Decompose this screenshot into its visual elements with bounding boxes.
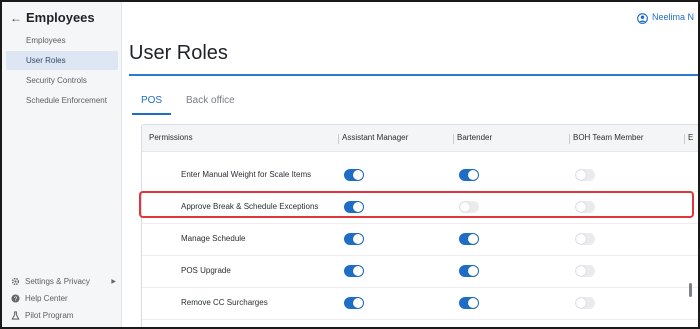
tab-pos[interactable]: POS xyxy=(132,93,171,115)
toggle-knob xyxy=(468,266,478,276)
toggle-knob xyxy=(353,202,363,212)
toggle-knob xyxy=(468,298,478,308)
column-divider xyxy=(684,134,685,144)
column-divider xyxy=(338,134,339,144)
table-row: Manage Schedule xyxy=(142,224,698,256)
vertical-scrollbar[interactable] xyxy=(689,283,692,297)
toggle-knob xyxy=(353,170,363,180)
column-header-assistant-manager: Assistant Manager xyxy=(342,133,409,142)
permission-label: Manage Schedule xyxy=(181,234,246,243)
toggle-boh-team-member[interactable] xyxy=(575,233,595,245)
toggle-bartender[interactable] xyxy=(459,265,479,277)
svg-text:?: ? xyxy=(13,296,17,303)
title-divider xyxy=(129,74,698,76)
gear-icon xyxy=(10,277,20,287)
toggle-knob xyxy=(468,234,478,244)
toggle-knob xyxy=(576,266,586,276)
sidebar-nav: Employees User Roles Security Controls S… xyxy=(6,31,118,111)
chevron-right-icon: ▶ xyxy=(111,279,116,285)
toggle-bartender[interactable] xyxy=(459,233,479,245)
help-center-label: Help Center xyxy=(25,294,68,303)
toggle-knob xyxy=(576,234,586,244)
permission-label: Enter Manual Weight for Scale Items xyxy=(181,170,312,179)
pilot-program-label: Pilot Program xyxy=(25,311,74,320)
back-arrow-icon[interactable]: ← xyxy=(10,11,22,25)
sidebar-item-schedule-enforcement[interactable]: Schedule Enforcement xyxy=(6,91,118,110)
column-header-boh-team-member: BOH Team Member xyxy=(573,133,644,142)
settings-privacy-label: Settings & Privacy xyxy=(25,277,90,286)
toggle-knob xyxy=(576,298,586,308)
permission-label: POS Upgrade xyxy=(181,266,231,275)
sidebar-title: Employees xyxy=(26,10,95,25)
column-divider xyxy=(453,134,454,144)
table-header: Permissions Assistant Manager Bartender … xyxy=(142,125,698,152)
table-row: Remove CC Surcharges xyxy=(142,288,698,320)
permission-label: Remove CC Surcharges xyxy=(181,298,268,307)
permission-label: Approve Break & Schedule Exceptions xyxy=(181,202,319,211)
sidebar: ← Employees Employees User Roles Securit… xyxy=(2,2,122,327)
sidebar-item-security-controls[interactable]: Security Controls xyxy=(6,71,118,90)
tab-back-office[interactable]: Back office xyxy=(186,93,235,115)
user-avatar-icon xyxy=(637,11,648,24)
toggle-boh-team-member[interactable] xyxy=(575,201,595,213)
permissions-table: Permissions Assistant Manager Bartender … xyxy=(141,124,698,327)
column-divider xyxy=(569,134,570,144)
pilot-program-item[interactable]: Pilot Program xyxy=(10,307,116,324)
user-menu[interactable]: Neelima N xyxy=(637,11,694,24)
sidebar-footer: Settings & Privacy ▶ ? Help Center Pilot… xyxy=(10,273,116,324)
toggle-knob xyxy=(353,234,363,244)
toggle-bartender[interactable] xyxy=(459,169,479,181)
toggle-assistant-manager[interactable] xyxy=(344,201,364,213)
table-row: Enter Manual Weight for Scale Items xyxy=(142,160,698,192)
table-row: Approve Break & Schedule Exceptions xyxy=(142,192,698,224)
toggle-assistant-manager[interactable] xyxy=(344,233,364,245)
sidebar-item-user-roles[interactable]: User Roles xyxy=(6,51,118,70)
flask-icon xyxy=(10,311,20,321)
toggle-bartender[interactable] xyxy=(459,201,479,213)
toggle-assistant-manager[interactable] xyxy=(344,169,364,181)
column-header-permissions: Permissions xyxy=(149,133,193,142)
app-window: ← Employees Employees User Roles Securit… xyxy=(0,0,700,329)
sidebar-header: ← Employees xyxy=(10,10,95,25)
help-icon: ? xyxy=(10,294,20,304)
toggle-boh-team-member[interactable] xyxy=(575,169,595,181)
toggle-knob xyxy=(576,202,586,212)
column-header-bartender: Bartender xyxy=(457,133,493,142)
table-row: POS Upgrade xyxy=(142,256,698,288)
column-header-truncated: E xyxy=(688,133,694,142)
toggle-boh-team-member[interactable] xyxy=(575,265,595,277)
toggle-knob xyxy=(576,170,586,180)
user-name: Neelima N xyxy=(651,11,694,22)
toggle-knob xyxy=(468,170,478,180)
toggle-knob xyxy=(353,266,363,276)
toggle-boh-team-member[interactable] xyxy=(575,297,595,309)
toggle-knob xyxy=(353,298,363,308)
help-center-item[interactable]: ? Help Center xyxy=(10,290,116,307)
toggle-knob xyxy=(460,202,470,212)
settings-privacy-item[interactable]: Settings & Privacy ▶ xyxy=(10,273,116,290)
page-title: User Roles xyxy=(129,42,228,64)
toggle-assistant-manager[interactable] xyxy=(344,297,364,309)
toggle-assistant-manager[interactable] xyxy=(344,265,364,277)
toggle-bartender[interactable] xyxy=(459,297,479,309)
sidebar-item-employees[interactable]: Employees xyxy=(6,31,118,50)
